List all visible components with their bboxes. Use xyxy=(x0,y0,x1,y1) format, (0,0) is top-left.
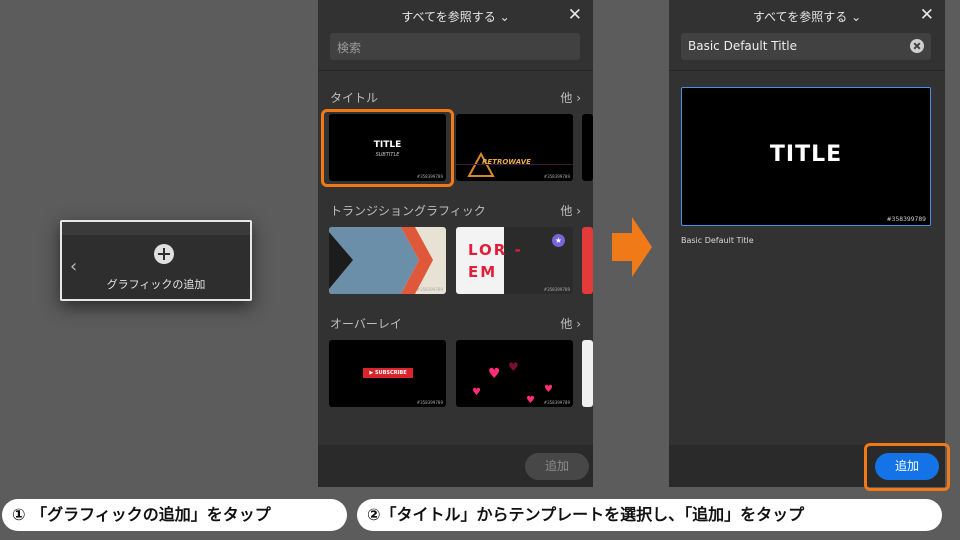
browse-panel: すべてを参照する ⌄ ✕ 検索 タイトル 他 › TITLE SUBTITLE … xyxy=(318,0,593,487)
add-button-highlight xyxy=(864,443,950,491)
panel-footer: 追加 xyxy=(318,445,593,487)
watermark: #358399789 xyxy=(543,287,570,292)
watermark: #358399789 xyxy=(416,287,443,292)
retrowave-graphic xyxy=(456,151,573,177)
overlays-more-link[interactable]: 他 › xyxy=(560,315,581,332)
add-graphic-label: グラフィックの追加 xyxy=(106,278,206,291)
heart-icon: ♥ xyxy=(544,384,553,395)
close-icon[interactable]: ✕ xyxy=(920,5,934,25)
selection-highlight xyxy=(321,109,454,187)
preview-title-text: TITLE xyxy=(769,142,843,167)
heart-icon: ♥ xyxy=(488,366,501,382)
watermark: #358399789 xyxy=(416,400,443,405)
thumb-retrowave-text: RETROWAVE xyxy=(482,158,531,166)
plus-circle-icon[interactable] xyxy=(154,244,174,264)
hearts-overlay-thumb[interactable]: ♥ ♥ ♥ ♥ ♥ #358399789 xyxy=(456,340,573,407)
preview-template-id: #358399789 xyxy=(886,216,926,223)
section-overlays-label: オーバーレイ xyxy=(330,317,402,331)
watermark: #358399789 xyxy=(543,174,570,179)
lorem-transition-thumb[interactable]: LOR - EM ★ #358399789 xyxy=(456,227,573,294)
section-transitions-label: トランジショングラフィック xyxy=(330,204,486,218)
search-value: Basic Default Title xyxy=(688,39,797,53)
section-titles-label: タイトル xyxy=(330,91,379,105)
browse-all-dropdown[interactable]: すべてを参照する ⌄ xyxy=(318,8,593,25)
card-top-strip xyxy=(62,222,250,235)
partial-thumb[interactable] xyxy=(582,114,593,181)
caption-step-2: ②「タイトル」からテンプレートを選択し、「追加」をタップ xyxy=(357,499,942,531)
retrowave-template-thumb[interactable]: RETROWAVE #358399789 xyxy=(456,114,573,181)
titles-more-link[interactable]: 他 › xyxy=(560,89,581,106)
thumb-lorem-text-2: EM xyxy=(468,263,498,281)
add-graphic-card[interactable]: ‹ グラフィックの追加 xyxy=(60,220,252,301)
partial-thumb[interactable] xyxy=(582,340,593,407)
selected-template-preview[interactable]: TITLE #358399789 xyxy=(681,87,931,226)
watermark: #358399789 xyxy=(543,400,570,405)
browse-panel-selected: すべてを参照する ⌄ ✕ Basic Default Title TITLE #… xyxy=(669,0,945,487)
close-icon[interactable]: ✕ xyxy=(568,5,582,25)
thumb-subscribe-text: ▶ SUBSCRIBE xyxy=(363,368,413,378)
panel-header: すべてを参照する ⌄ ✕ xyxy=(318,0,593,32)
divider xyxy=(669,70,945,71)
arrow-right-icon xyxy=(612,217,652,277)
chevron-transition-thumb[interactable]: #358399789 xyxy=(329,227,446,294)
chevron-left-icon[interactable]: ‹ xyxy=(70,258,77,276)
search-input[interactable]: 検索 xyxy=(330,33,580,60)
heart-icon: ♥ xyxy=(508,360,519,374)
chevron-transition-graphic xyxy=(329,227,433,294)
heart-icon: ♥ xyxy=(526,395,535,406)
thumb-lorem-text-1: LOR - xyxy=(468,241,523,259)
preview-template-name: Basic Default Title xyxy=(681,236,754,245)
caption-step-1: ① 「グラフィックの追加」をタップ xyxy=(2,499,347,531)
add-button-disabled[interactable]: 追加 xyxy=(525,453,589,480)
transitions-more-link[interactable]: 他 › xyxy=(560,202,581,219)
lorem-white-block xyxy=(456,227,504,294)
divider xyxy=(318,70,593,71)
search-input[interactable]: Basic Default Title xyxy=(681,33,931,60)
subscribe-overlay-thumb[interactable]: ▶ SUBSCRIBE #358399789 xyxy=(329,340,446,407)
premium-star-icon: ★ xyxy=(552,234,565,247)
heart-icon: ♥ xyxy=(472,387,481,398)
browse-all-dropdown[interactable]: すべてを参照する ⌄ xyxy=(669,8,945,25)
panel-header: すべてを参照する ⌄ ✕ xyxy=(669,0,945,32)
clear-search-icon[interactable] xyxy=(910,39,924,53)
partial-thumb[interactable] xyxy=(582,227,593,294)
